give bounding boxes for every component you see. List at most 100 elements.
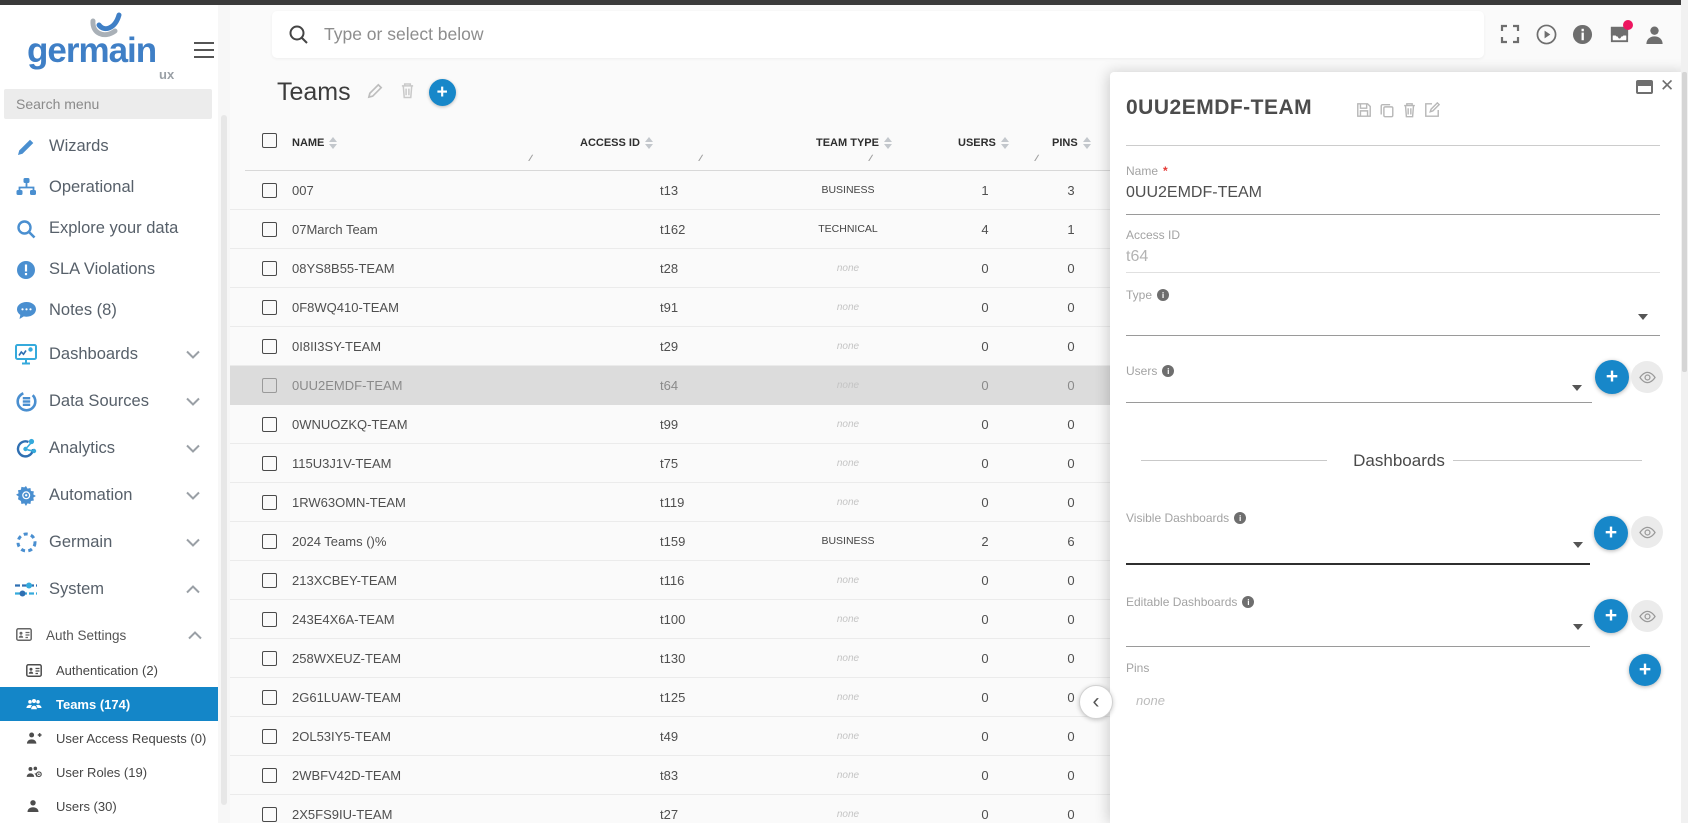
column-resize-handle[interactable]: ∕∕ <box>530 153 531 163</box>
chevron-down-icon[interactable] <box>186 491 200 500</box>
column-resize-handle[interactable]: ∕∕ <box>700 153 701 163</box>
row-checkbox[interactable] <box>262 573 277 588</box>
table-row[interactable]: 07March Teamt162TECHNICAL41 <box>230 210 1130 249</box>
table-row[interactable]: 213XCBEY-TEAMt116none00 <box>230 561 1130 600</box>
users-dropdown-caret[interactable] <box>1572 385 1582 391</box>
add-visible-dashboard-button[interactable]: + <box>1594 516 1628 550</box>
sort-icon[interactable] <box>884 137 892 149</box>
save-icon[interactable] <box>1356 102 1372 123</box>
sidebar-item-operational[interactable]: Operational <box>0 167 218 208</box>
row-checkbox[interactable] <box>262 222 277 237</box>
sidebar-item-auth-settings[interactable]: Auth Settings <box>0 617 218 653</box>
row-checkbox[interactable] <box>262 300 277 315</box>
info-icon[interactable]: i <box>1234 512 1246 524</box>
chevron-down-icon[interactable] <box>186 350 200 359</box>
sidebar-item-sla-violations[interactable]: SLA Violations <box>0 249 218 290</box>
chevron-up-icon[interactable] <box>186 585 200 594</box>
row-checkbox[interactable] <box>262 378 277 393</box>
sidebar-item-authentication-2[interactable]: Authentication (2) <box>0 653 218 687</box>
column-header-team-type[interactable]: TEAM TYPE <box>816 137 892 149</box>
delete-icon[interactable] <box>400 82 415 104</box>
row-checkbox[interactable] <box>262 495 277 510</box>
row-checkbox[interactable] <box>262 456 277 471</box>
table-row[interactable]: 0I8II3SY-TEAMt29none00 <box>230 327 1130 366</box>
table-row[interactable]: 08YS8B55-TEAMt28none00 <box>230 249 1130 288</box>
select-all-checkbox[interactable] <box>262 133 277 148</box>
table-row[interactable]: 0F8WQ410-TEAMt91none00 <box>230 288 1130 327</box>
info-icon[interactable]: i <box>1242 596 1254 608</box>
add-pin-button[interactable]: + <box>1629 654 1661 686</box>
table-row[interactable]: 2WBFV42D-TEAMt83none00 <box>230 756 1130 795</box>
row-checkbox[interactable] <box>262 339 277 354</box>
row-checkbox[interactable] <box>262 534 277 549</box>
table-row[interactable]: 007t13BUSINESS13 <box>230 171 1130 210</box>
chevron-down-icon[interactable] <box>186 397 200 406</box>
row-checkbox[interactable] <box>262 690 277 705</box>
chevron-down-icon[interactable] <box>186 444 200 453</box>
visible-dashboards-caret[interactable] <box>1573 542 1583 548</box>
sidebar-item-wizards[interactable]: Wizards <box>0 126 218 167</box>
column-resize-handle[interactable]: ∕∕ <box>870 153 871 163</box>
sidebar-item-analytics[interactable]: Analytics <box>0 425 218 472</box>
table-row[interactable]: 1RW63OMN-TEAMt119none00 <box>230 483 1130 522</box>
play-circle-icon[interactable] <box>1536 24 1558 46</box>
table-row[interactable]: 2OL53IY5-TEAMt49none00 <box>230 717 1130 756</box>
sidebar-item-automation[interactable]: Automation <box>0 472 218 519</box>
sort-icon[interactable] <box>645 137 653 149</box>
info-icon[interactable]: i <box>1157 289 1169 301</box>
column-header-users[interactable]: USERS <box>958 137 1009 149</box>
name-field-value[interactable]: 0UU2EMDF-TEAM <box>1126 184 1262 202</box>
row-checkbox[interactable] <box>262 417 277 432</box>
edit-icon[interactable] <box>367 82 384 104</box>
table-row[interactable]: 2X5FS9IU-TEAMt27none00 <box>230 795 1130 823</box>
view-visible-dashboards-button[interactable] <box>1631 516 1663 548</box>
sidebar-scrollbar[interactable] <box>218 5 230 823</box>
inbox-icon[interactable] <box>1608 24 1630 46</box>
type-dropdown-caret[interactable] <box>1638 314 1648 320</box>
row-checkbox[interactable] <box>262 261 277 276</box>
add-users-button[interactable]: + <box>1595 360 1629 394</box>
brand-logo[interactable]: germain ux <box>0 5 218 85</box>
add-editable-dashboard-button[interactable]: + <box>1594 599 1628 633</box>
row-checkbox[interactable] <box>262 183 277 198</box>
sidebar-item-explore-your-data[interactable]: Explore your data <box>0 208 218 249</box>
info-icon[interactable]: i <box>1162 365 1174 377</box>
sidebar-item-dashboards[interactable]: Dashboards <box>0 331 218 378</box>
column-header-access-id[interactable]: ACCESS ID <box>580 137 653 149</box>
chevron-down-icon[interactable] <box>186 538 200 547</box>
close-panel-icon[interactable]: ✕ <box>1660 76 1674 96</box>
expand-panel-icon[interactable] <box>1636 80 1653 94</box>
table-row[interactable]: 2024 Teams ()%t159BUSINESS26 <box>230 522 1130 561</box>
sort-icon[interactable] <box>329 137 337 149</box>
sidebar-item-users-30[interactable]: Users (30) <box>0 789 218 823</box>
column-header-pins[interactable]: PINS <box>1052 137 1091 149</box>
chevron-up-icon[interactable] <box>188 631 202 640</box>
view-users-button[interactable] <box>1631 361 1663 393</box>
user-profile-icon[interactable] <box>1644 24 1666 46</box>
copy-icon[interactable] <box>1379 102 1395 123</box>
global-search-input[interactable] <box>324 11 1424 58</box>
table-row[interactable]: 115U3J1V-TEAMt75none00 <box>230 444 1130 483</box>
column-header-name[interactable]: NAME <box>292 137 337 149</box>
sort-icon[interactable] <box>1083 137 1091 149</box>
sidebar-item-teams-174[interactable]: Teams (174) <box>0 687 218 721</box>
sidebar-item-data-sources[interactable]: Data Sources <box>0 378 218 425</box>
table-row[interactable]: 243E4X6A-TEAMt100none00 <box>230 600 1130 639</box>
sidebar-item-notes[interactable]: Notes (8) <box>0 290 218 331</box>
sidebar-item-system[interactable]: System <box>0 566 218 613</box>
sidebar-item-germain[interactable]: Germain <box>0 519 218 566</box>
table-row[interactable]: 0UU2EMDF-TEAMt64none00 <box>230 366 1130 405</box>
table-row[interactable]: 258WXEUZ-TEAMt130none00 <box>230 639 1130 678</box>
sidebar-item-user-access-requests-0[interactable]: User Access Requests (0) <box>0 721 218 755</box>
collapse-panel-button[interactable]: ‹ <box>1079 685 1113 719</box>
view-editable-dashboards-button[interactable] <box>1631 600 1663 632</box>
fullscreen-icon[interactable] <box>1500 24 1522 46</box>
table-row[interactable]: 2G61LUAW-TEAMt125none00 <box>230 678 1130 717</box>
sort-icon[interactable] <box>1001 137 1009 149</box>
row-checkbox[interactable] <box>262 768 277 783</box>
sidebar-item-user-roles-19[interactable]: User Roles (19) <box>0 755 218 789</box>
sidebar-search-input[interactable] <box>4 89 212 119</box>
table-row[interactable]: 0WNUOZKQ-TEAMt99none00 <box>230 405 1130 444</box>
row-checkbox[interactable] <box>262 612 277 627</box>
page-scrollbar[interactable] <box>1681 0 1688 823</box>
